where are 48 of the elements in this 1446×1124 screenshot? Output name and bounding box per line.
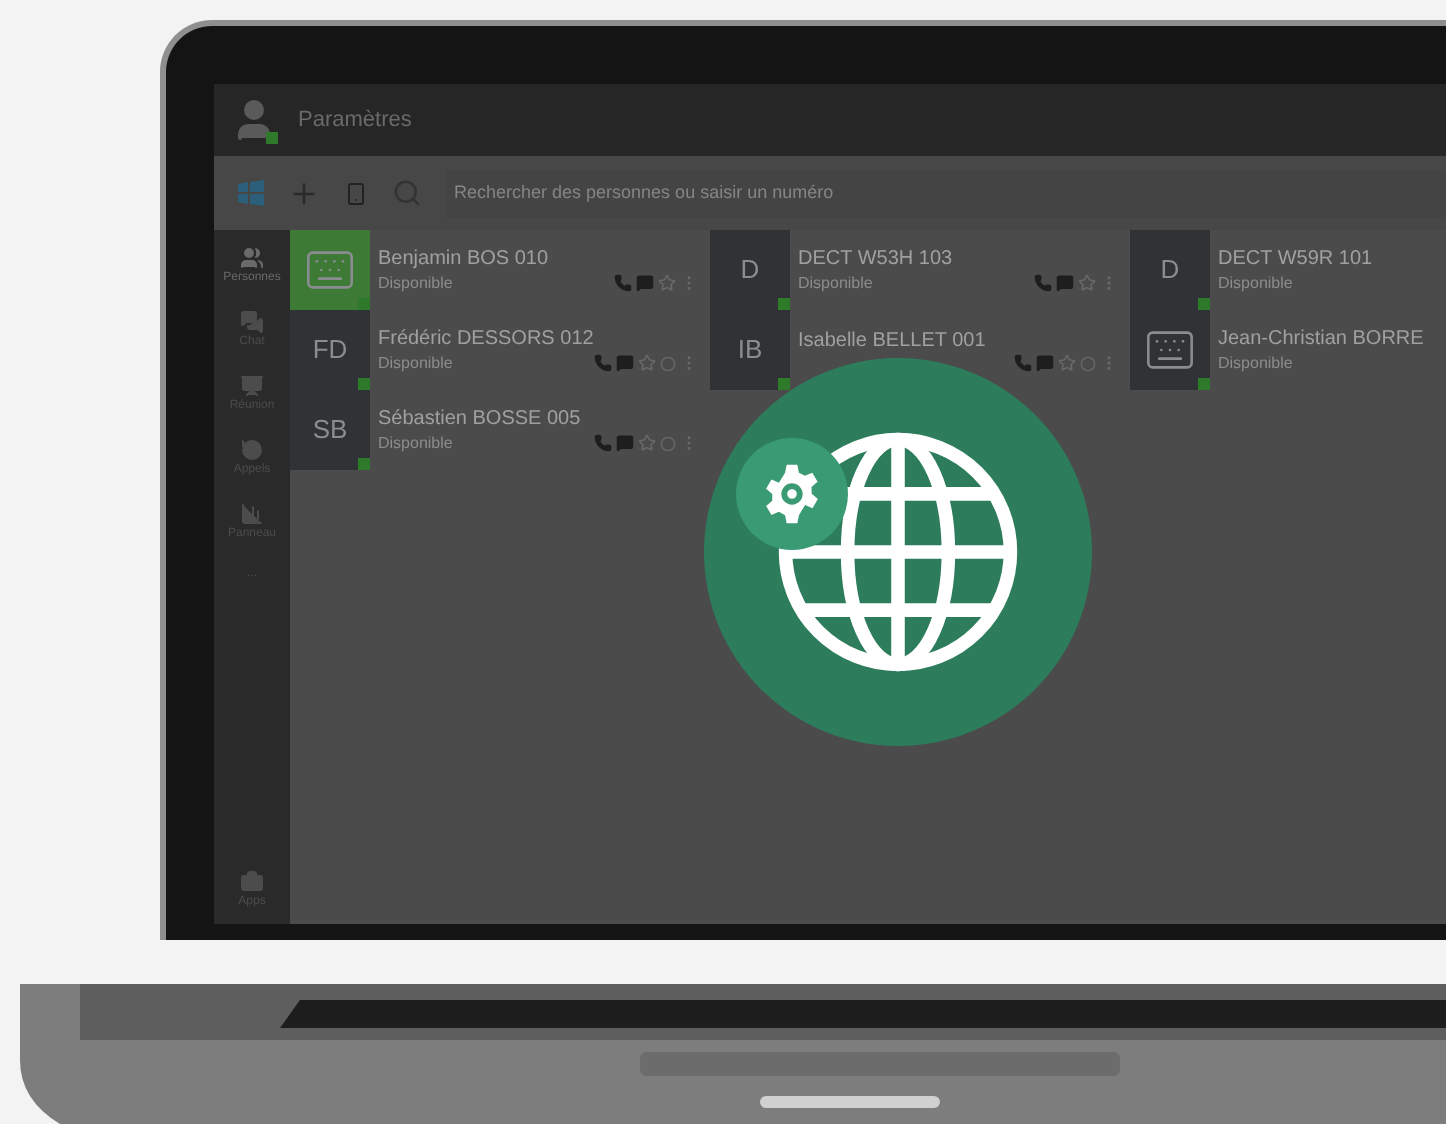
briefcase-icon — [240, 870, 264, 894]
chat-icon[interactable] — [1056, 274, 1074, 292]
phone-icon[interactable] — [1034, 274, 1052, 292]
contact-name[interactable]: DECT W59R 101 — [1218, 245, 1373, 271]
status-text: Disponible — [378, 431, 453, 455]
avatar-initials: FD — [312, 332, 348, 369]
gear-icon — [760, 462, 824, 526]
phone-icon[interactable] — [594, 354, 612, 372]
window-title: Paramètres — [298, 105, 412, 136]
history-icon — [240, 438, 264, 462]
phone-icon[interactable] — [1014, 354, 1032, 372]
avatar-initials: SB — [312, 412, 348, 449]
status-text: Disponible — [798, 271, 873, 295]
star-icon[interactable] — [1078, 274, 1096, 292]
phone-icon[interactable] — [614, 274, 632, 292]
contact-name[interactable]: Benjamin BOS 010 — [378, 245, 549, 271]
chat-icon[interactable] — [1036, 354, 1054, 372]
circle-icon[interactable] — [660, 355, 676, 371]
status-text: Disponible — [378, 351, 453, 375]
status-text: Disponible — [378, 271, 453, 295]
circle-icon[interactable] — [660, 435, 676, 451]
star-icon[interactable] — [658, 274, 676, 292]
presentation-icon — [240, 374, 264, 398]
add-icon[interactable] — [288, 177, 320, 209]
contact-name[interactable]: Isabelle BELLET 001 — [798, 328, 986, 354]
people-icon — [240, 246, 264, 270]
windows-logo-icon[interactable] — [238, 180, 264, 206]
phone-icon[interactable] — [594, 434, 612, 452]
bar-chart-icon — [240, 502, 264, 526]
avatar-initials: D — [740, 252, 760, 289]
chat-icon — [240, 310, 264, 334]
search-input[interactable]: Rechercher des personnes ou saisir un numéro — [454, 179, 1446, 207]
circle-icon[interactable] — [1080, 355, 1096, 371]
contact-name[interactable]: Jean-Christian BORRE — [1218, 325, 1424, 351]
chat-icon[interactable] — [616, 354, 634, 372]
avatar-initials: IB — [737, 332, 763, 369]
avatar-initials: D — [1160, 252, 1180, 289]
chat-icon[interactable] — [636, 274, 654, 292]
status-text: Disponible — [1218, 271, 1293, 295]
phone-device-icon[interactable] — [344, 181, 368, 205]
status-text: Disponible — [1218, 351, 1293, 375]
contact-name[interactable]: DECT W53H 103 — [798, 245, 953, 271]
contact-name[interactable]: Sébastien BOSSE 005 — [378, 405, 581, 431]
chat-icon[interactable] — [616, 434, 634, 452]
star-icon[interactable] — [638, 434, 656, 452]
star-icon[interactable] — [638, 354, 656, 372]
star-icon[interactable] — [1058, 354, 1076, 372]
contact-name[interactable]: Frédéric DESSORS 012 — [378, 325, 594, 351]
